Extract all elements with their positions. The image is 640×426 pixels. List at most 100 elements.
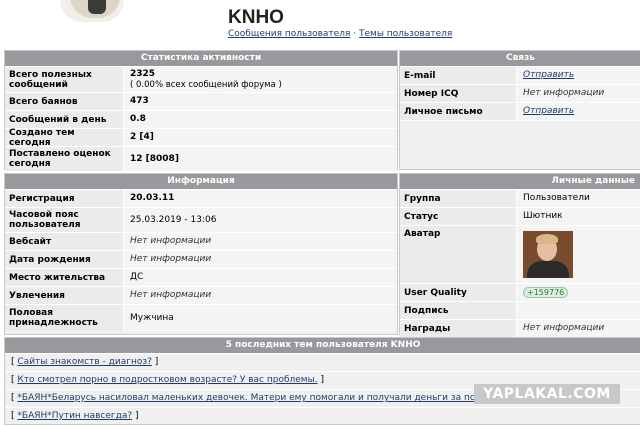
info-value: ДС: [124, 269, 397, 286]
activity-label: Всего полезных сообщений: [5, 67, 124, 92]
awards-value: Нет информации: [523, 323, 605, 333]
activity-value: 2 [4]: [124, 129, 397, 146]
personal-row: Награды Нет информации: [400, 320, 640, 337]
personal-panel-title: Личные данные: [400, 174, 640, 190]
activity-row: Поставлено оценок сегодня 12 [8008]: [5, 147, 397, 171]
activity-value-main: 2325: [130, 68, 156, 79]
activity-value-main: 12 [8008]: [130, 153, 179, 164]
interests-value: Нет информации: [130, 290, 212, 300]
user-quality-badge: +159776: [523, 286, 569, 298]
activity-row: Всего баянов 473: [5, 93, 397, 111]
info-panel-title: Информация: [5, 174, 397, 190]
activity-value-main: 2 [4]: [130, 132, 154, 142]
activity-label: Всего баянов: [5, 93, 124, 110]
info-label: Дата рождения: [5, 251, 124, 268]
topic-link[interactable]: Сайты знакомств - диагноз?: [17, 357, 152, 367]
info-label: Увлечения: [5, 287, 124, 304]
info-row: Увлечения Нет информации: [5, 287, 397, 305]
activity-label: Сообщений в день: [5, 111, 124, 128]
personal-row: Аватар: [400, 226, 640, 284]
activity-value-main: 0.8: [130, 114, 146, 124]
contact-row: Личное письмо Отправить: [400, 103, 640, 121]
bracket: [: [11, 411, 15, 421]
personal-row: Статус Шютник: [400, 208, 640, 226]
topic-item: [ Сайты знакомств - диагноз? ]: [5, 354, 640, 372]
contact-value: Нет информации: [517, 85, 640, 102]
bracket: [: [11, 375, 15, 385]
info-row: Половая принадлежность Мужчина: [5, 305, 397, 331]
info-value: Нет информации: [124, 233, 397, 250]
topic-item: [ *БАЯН*Путин навсегда? ]: [5, 408, 640, 426]
recent-topics-title: 5 последних тем пользователя KNHO: [5, 338, 640, 354]
personal-label: Аватар: [400, 226, 517, 283]
personal-label: Награды: [400, 320, 517, 337]
topic-link[interactable]: Кто смотрел порно в подростковом возраст…: [17, 375, 317, 385]
icq-value: Нет информации: [523, 88, 605, 98]
info-value: 25.03.2019 - 13:06: [124, 208, 397, 232]
recent-topics-panel: 5 последних тем пользователя KNHO [ Сайт…: [4, 337, 640, 426]
bracket: ]: [320, 375, 324, 385]
info-value: Нет информации: [124, 251, 397, 268]
info-label: Регистрация: [5, 190, 124, 207]
info-row: Вебсайт Нет информации: [5, 233, 397, 251]
contact-value: Отправить: [517, 103, 640, 120]
bracket: [: [11, 393, 15, 403]
info-row: Дата рождения Нет информации: [5, 251, 397, 269]
personal-label: Подпись: [400, 302, 517, 319]
personal-panel: Личные данные Группа Пользователи Статус…: [399, 173, 640, 337]
activity-panel-title: Статистика активности: [5, 51, 397, 67]
personal-value: Нет информации: [517, 320, 640, 337]
topic-link[interactable]: *БАЯН*Беларусь насиловал маленьких девоч…: [17, 393, 495, 403]
contact-label: Номер ICQ: [400, 85, 517, 102]
activity-value-sub: ( 0.00% всех сообщений форума ): [130, 79, 282, 90]
info-row: Регистрация 20.03.11: [5, 190, 397, 208]
personal-value: Пользователи: [517, 190, 640, 207]
info-label: Половая принадлежность: [5, 305, 124, 331]
activity-value: 2325 ( 0.00% всех сообщений форума ): [124, 67, 397, 92]
personal-value: [517, 226, 640, 283]
site-watermark: YAPLAKAL.COM: [474, 384, 620, 404]
profile-avatar-top: [60, 0, 124, 22]
user-links: Сообщения пользователя · Темы пользовате…: [228, 29, 452, 39]
bracket: ]: [154, 357, 159, 367]
personal-label: User Quality: [400, 284, 517, 301]
topic-link[interactable]: *БАЯН*Путин навсегда?: [17, 411, 132, 421]
activity-value: 0.8: [124, 111, 397, 128]
info-panel: Информация Регистрация 20.03.11 Часовой …: [4, 173, 398, 335]
info-value: 20.03.11: [124, 190, 397, 207]
contact-value: Отправить: [517, 67, 640, 84]
group-value: Пользователи: [523, 193, 590, 203]
activity-panel: Статистика активности Всего полезных соо…: [4, 50, 398, 171]
contact-row: E-mail Отправить: [400, 67, 640, 85]
contact-panel: Связь E-mail Отправить Номер ICQ Нет инф…: [399, 50, 640, 170]
registration-date: 20.03.11: [130, 193, 175, 203]
info-label: Место жительства: [5, 269, 124, 286]
activity-row: Всего полезных сообщений 2325 ( 0.00% вс…: [5, 67, 397, 93]
link-separator: ·: [353, 29, 357, 39]
email-send-link[interactable]: Отправить: [523, 70, 635, 81]
pm-send-link[interactable]: Отправить: [523, 106, 635, 117]
info-label: Вебсайт: [5, 233, 124, 250]
info-label: Часовой пояс пользователя: [5, 208, 124, 232]
activity-value: 12 [8008]: [124, 147, 397, 171]
personal-row: Подпись: [400, 302, 640, 320]
contact-panel-title: Связь: [400, 51, 640, 67]
personal-label: Группа: [400, 190, 517, 207]
contact-label: Личное письмо: [400, 103, 517, 120]
user-posts-link[interactable]: Сообщения пользователя: [228, 29, 350, 39]
personal-row: User Quality +159776: [400, 284, 640, 302]
personal-label: Статус: [400, 208, 517, 225]
gender-value: Мужчина: [130, 312, 174, 323]
activity-row: Сообщений в день 0.8: [5, 111, 397, 129]
activity-label: Поставлено оценок сегодня: [5, 147, 124, 171]
timezone-value: 25.03.2019 - 13:06: [130, 214, 217, 225]
birthdate-value: Нет информации: [130, 254, 212, 264]
user-topics-link[interactable]: Темы пользователя: [359, 29, 452, 39]
info-row: Часовой пояс пользователя 25.03.2019 - 1…: [5, 208, 397, 233]
avatar-image: [523, 231, 573, 278]
activity-row: Создано тем сегодня 2 [4]: [5, 128, 397, 148]
bracket: [: [11, 357, 15, 367]
activity-label: Создано тем сегодня: [5, 128, 124, 148]
activity-value: 473: [124, 93, 397, 110]
info-value: Мужчина: [124, 305, 397, 331]
